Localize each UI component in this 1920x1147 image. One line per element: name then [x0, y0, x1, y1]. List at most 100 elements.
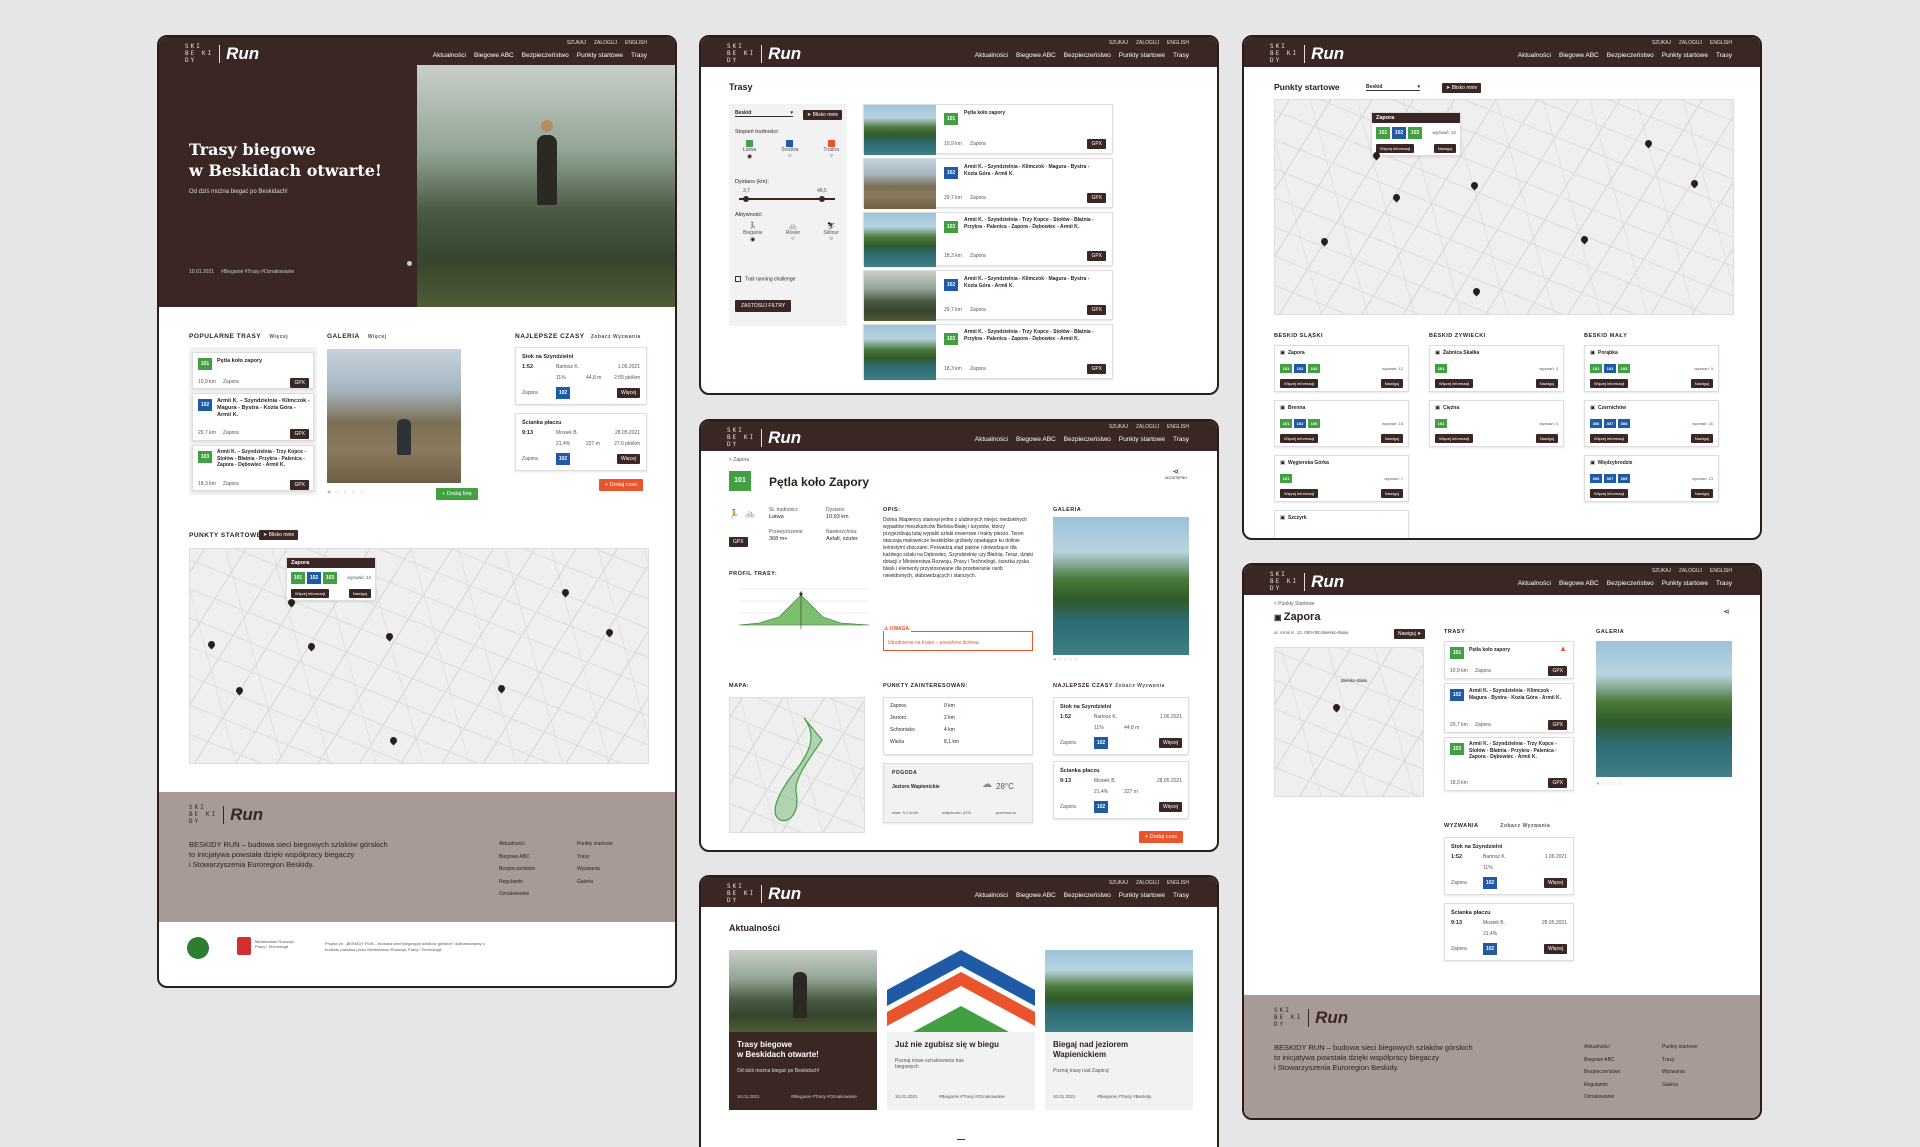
route-card[interactable]: 102 Armii K. - Szyndzielnia - Klimczok - …: [1444, 683, 1574, 733]
navigate-button[interactable]: Nawiguj: [1690, 434, 1713, 443]
challenge-card[interactable]: Stok na Szyndzielni 1:52 Bartosz K. 1.06…: [1444, 837, 1574, 895]
search-link[interactable]: SZUKAJ: [1109, 424, 1128, 430]
start-point-card[interactable]: ▣ Żabnica Skałka 201 wyzwań: 3 Więcej inform…: [1429, 345, 1564, 392]
nav-abc[interactable]: Biegowe ABC: [1016, 436, 1056, 443]
footer-link[interactable]: Regulamin: [499, 876, 535, 889]
best-time-card[interactable]: Ścianka płaczu 9:13 Mosiek B. 28.05.2021…: [515, 413, 647, 471]
search-link[interactable]: SZUKAJ: [1109, 40, 1128, 46]
beskid-select[interactable]: Beskid ▾: [735, 110, 793, 117]
lang-link[interactable]: ENGLISH: [625, 40, 647, 46]
nav-news[interactable]: Aktualności: [1518, 52, 1551, 59]
navigate-button[interactable]: Nawiguj: [1380, 489, 1403, 498]
nav-news[interactable]: Aktualności: [433, 52, 466, 59]
nav-routes[interactable]: Trasy: [1173, 52, 1189, 59]
navigate-button[interactable]: Nawiguj: [348, 589, 371, 598]
nav-abc[interactable]: Biegowe ABC: [1016, 52, 1056, 59]
map-pin-icon[interactable]: [496, 683, 507, 694]
map-pin-icon[interactable]: [1579, 234, 1590, 245]
nav-news[interactable]: Aktualności: [975, 436, 1008, 443]
near-me-button[interactable]: ➤ Blisko mnie: [1442, 83, 1482, 93]
gpx-button[interactable]: GPX: [1087, 139, 1106, 149]
start-point-card[interactable]: ▣ Międzybrodzie 306 307 309 wyzwań: 13 Więcej …: [1584, 455, 1719, 502]
logo[interactable]: SKI BE KI DY Run: [185, 43, 259, 64]
activity-running[interactable]: 🏃 Bieganie ◉: [743, 222, 762, 243]
trail-challenge-checkbox[interactable]: Trail running challenge: [735, 276, 795, 282]
map-pin-icon[interactable]: [306, 641, 317, 652]
nav-safety[interactable]: Bezpieczeństwo: [1607, 52, 1654, 59]
more-info-button[interactable]: Więcej informacji: [1590, 379, 1629, 388]
gpx-button[interactable]: GPX: [1548, 720, 1567, 730]
activity-skitour[interactable]: ⛷ Skitour ○: [823, 222, 839, 243]
start-points-map[interactable]: Zapora 101 102 103 wyzwań: 12 Więcej inf…: [189, 548, 649, 764]
poi-item[interactable]: Jezioro 2 km: [890, 712, 1026, 724]
more-button[interactable]: Więcej: [1158, 802, 1182, 812]
footer-link[interactable]: Oznakowanie: [1584, 1091, 1620, 1104]
news-card[interactable]: Trasy biegowe w Beskidach otwarte! Od dz…: [729, 950, 877, 1110]
difficulty-easy[interactable]: Łatwa ◉: [743, 140, 756, 160]
nav-news[interactable]: Aktualności: [975, 52, 1008, 59]
gallery-dots[interactable]: ● ○ ○ ○ ○: [327, 489, 365, 496]
map-pin-icon[interactable]: [234, 685, 245, 696]
share-icon[interactable]: ⋖: [1723, 607, 1730, 616]
more-button[interactable]: Więcej: [1158, 738, 1182, 748]
footer-link[interactable]: Punkty startowe: [577, 838, 613, 851]
route-card[interactable]: 103 Armii K. - Szyndzielnia - Trzy Kopce …: [863, 212, 1113, 267]
nav-starts[interactable]: Punkty startowe: [1119, 52, 1165, 59]
news-card[interactable]: Już nie zgubisz się w biegu Poznaj nowe …: [887, 950, 1035, 1110]
route-card[interactable]: 103 Armii K. – Szyndzielnia - Trzy Kopce…: [192, 445, 314, 491]
footer-link[interactable]: Biegowe ABC: [1584, 1054, 1620, 1067]
gallery-dots[interactable]: ● ○ ○ ○ ○: [1053, 657, 1078, 663]
start-point-card[interactable]: ▣ Zapora 101 102 103 wyzwań: 12 Więcej informa…: [1274, 345, 1409, 392]
news-card[interactable]: Biegaj nad jeziorem Wapienickiem Poznaj …: [1045, 950, 1193, 1110]
nav-news[interactable]: Aktualności: [975, 892, 1008, 899]
difficulty-hard[interactable]: Trudna ○: [823, 140, 839, 160]
more-button[interactable]: Więcej: [1543, 878, 1567, 888]
breadcrumb[interactable]: < Zapora: [729, 457, 749, 463]
activity-bike[interactable]: 🚲 Rower ○: [786, 222, 800, 243]
gpx-button[interactable]: GPX: [290, 480, 309, 490]
login-link[interactable]: ZALOGUJ: [1679, 40, 1702, 46]
map-pin-icon[interactable]: [604, 627, 615, 638]
poi-item[interactable]: Wieża 8,1 km: [890, 736, 1026, 748]
challenges-link[interactable]: Zobacz Wyzwania: [1500, 823, 1550, 829]
hero-slider-dot[interactable]: [407, 261, 412, 266]
lang-link[interactable]: ENGLISH: [1710, 568, 1732, 574]
more-info-button[interactable]: Więcej informacji: [291, 589, 330, 598]
nav-abc[interactable]: Biegowe ABC: [1559, 580, 1599, 587]
popular-more-link[interactable]: Więcej: [269, 334, 288, 340]
gpx-button[interactable]: GPX: [1548, 778, 1567, 788]
footer-link[interactable]: Galeria: [577, 876, 613, 889]
more-info-button[interactable]: Więcej informacji: [1590, 489, 1629, 498]
map-pin-icon[interactable]: [1391, 192, 1402, 203]
navigate-button[interactable]: Nawiguj: [1380, 379, 1403, 388]
more-info-button[interactable]: Więcej informacji: [1376, 144, 1415, 153]
nav-news[interactable]: Aktualności: [1518, 580, 1551, 587]
near-me-button[interactable]: ➤ Blisko mnie: [803, 110, 843, 120]
nav-abc[interactable]: Biegowe ABC: [1559, 52, 1599, 59]
challenge-card[interactable]: Ścianka płaczu 9:13 Mosiek B. 28.05.2021…: [1444, 903, 1574, 961]
footer-link[interactable]: Trasy: [1662, 1054, 1698, 1067]
footer-link[interactable]: Galeria: [1662, 1079, 1698, 1092]
beskid-select[interactable]: Beskid ▾: [1366, 84, 1420, 91]
brand-name[interactable]: Run: [1311, 572, 1344, 592]
add-photo-button[interactable]: + Dodaj fotę: [436, 488, 478, 500]
nav-safety[interactable]: Bezpieczeństwo: [1607, 580, 1654, 587]
near-me-button[interactable]: ➤ Blisko mnie: [259, 530, 299, 540]
poi-item[interactable]: Schronisko 4 km: [890, 724, 1026, 736]
difficulty-medium[interactable]: Średnia ○: [781, 140, 798, 160]
start-point-card[interactable]: ▣ Brenna 101 102 106 wyzwań: 18 Więcej informa…: [1274, 400, 1409, 447]
navigate-button[interactable]: Nawiguj: [1433, 144, 1456, 153]
nav-routes[interactable]: Trasy: [1716, 580, 1732, 587]
nav-routes[interactable]: Trasy: [1173, 892, 1189, 899]
more-info-button[interactable]: Więcej informacji: [1280, 489, 1319, 498]
footer-link[interactable]: Wyzwania: [1662, 1066, 1698, 1079]
gallery-dots[interactable]: ● ○ ○ ○ ○: [1596, 781, 1621, 787]
start-point-card[interactable]: ▣ Porąbka 101 102 103 wyzwań: 9 Więcej informa…: [1584, 345, 1719, 392]
nav-safety[interactable]: Bezpieczeństwo: [1064, 892, 1111, 899]
footer-link[interactable]: Regulamin: [1584, 1079, 1620, 1092]
nav-starts[interactable]: Punkty startowe: [577, 52, 623, 59]
pagination-indicator[interactable]: [957, 1139, 965, 1140]
footer-link[interactable]: Bezpieczeństwo: [499, 863, 535, 876]
login-link[interactable]: ZALOGUJ: [1136, 424, 1159, 430]
start-point-map[interactable]: Bielsko-Biała: [1274, 647, 1424, 797]
